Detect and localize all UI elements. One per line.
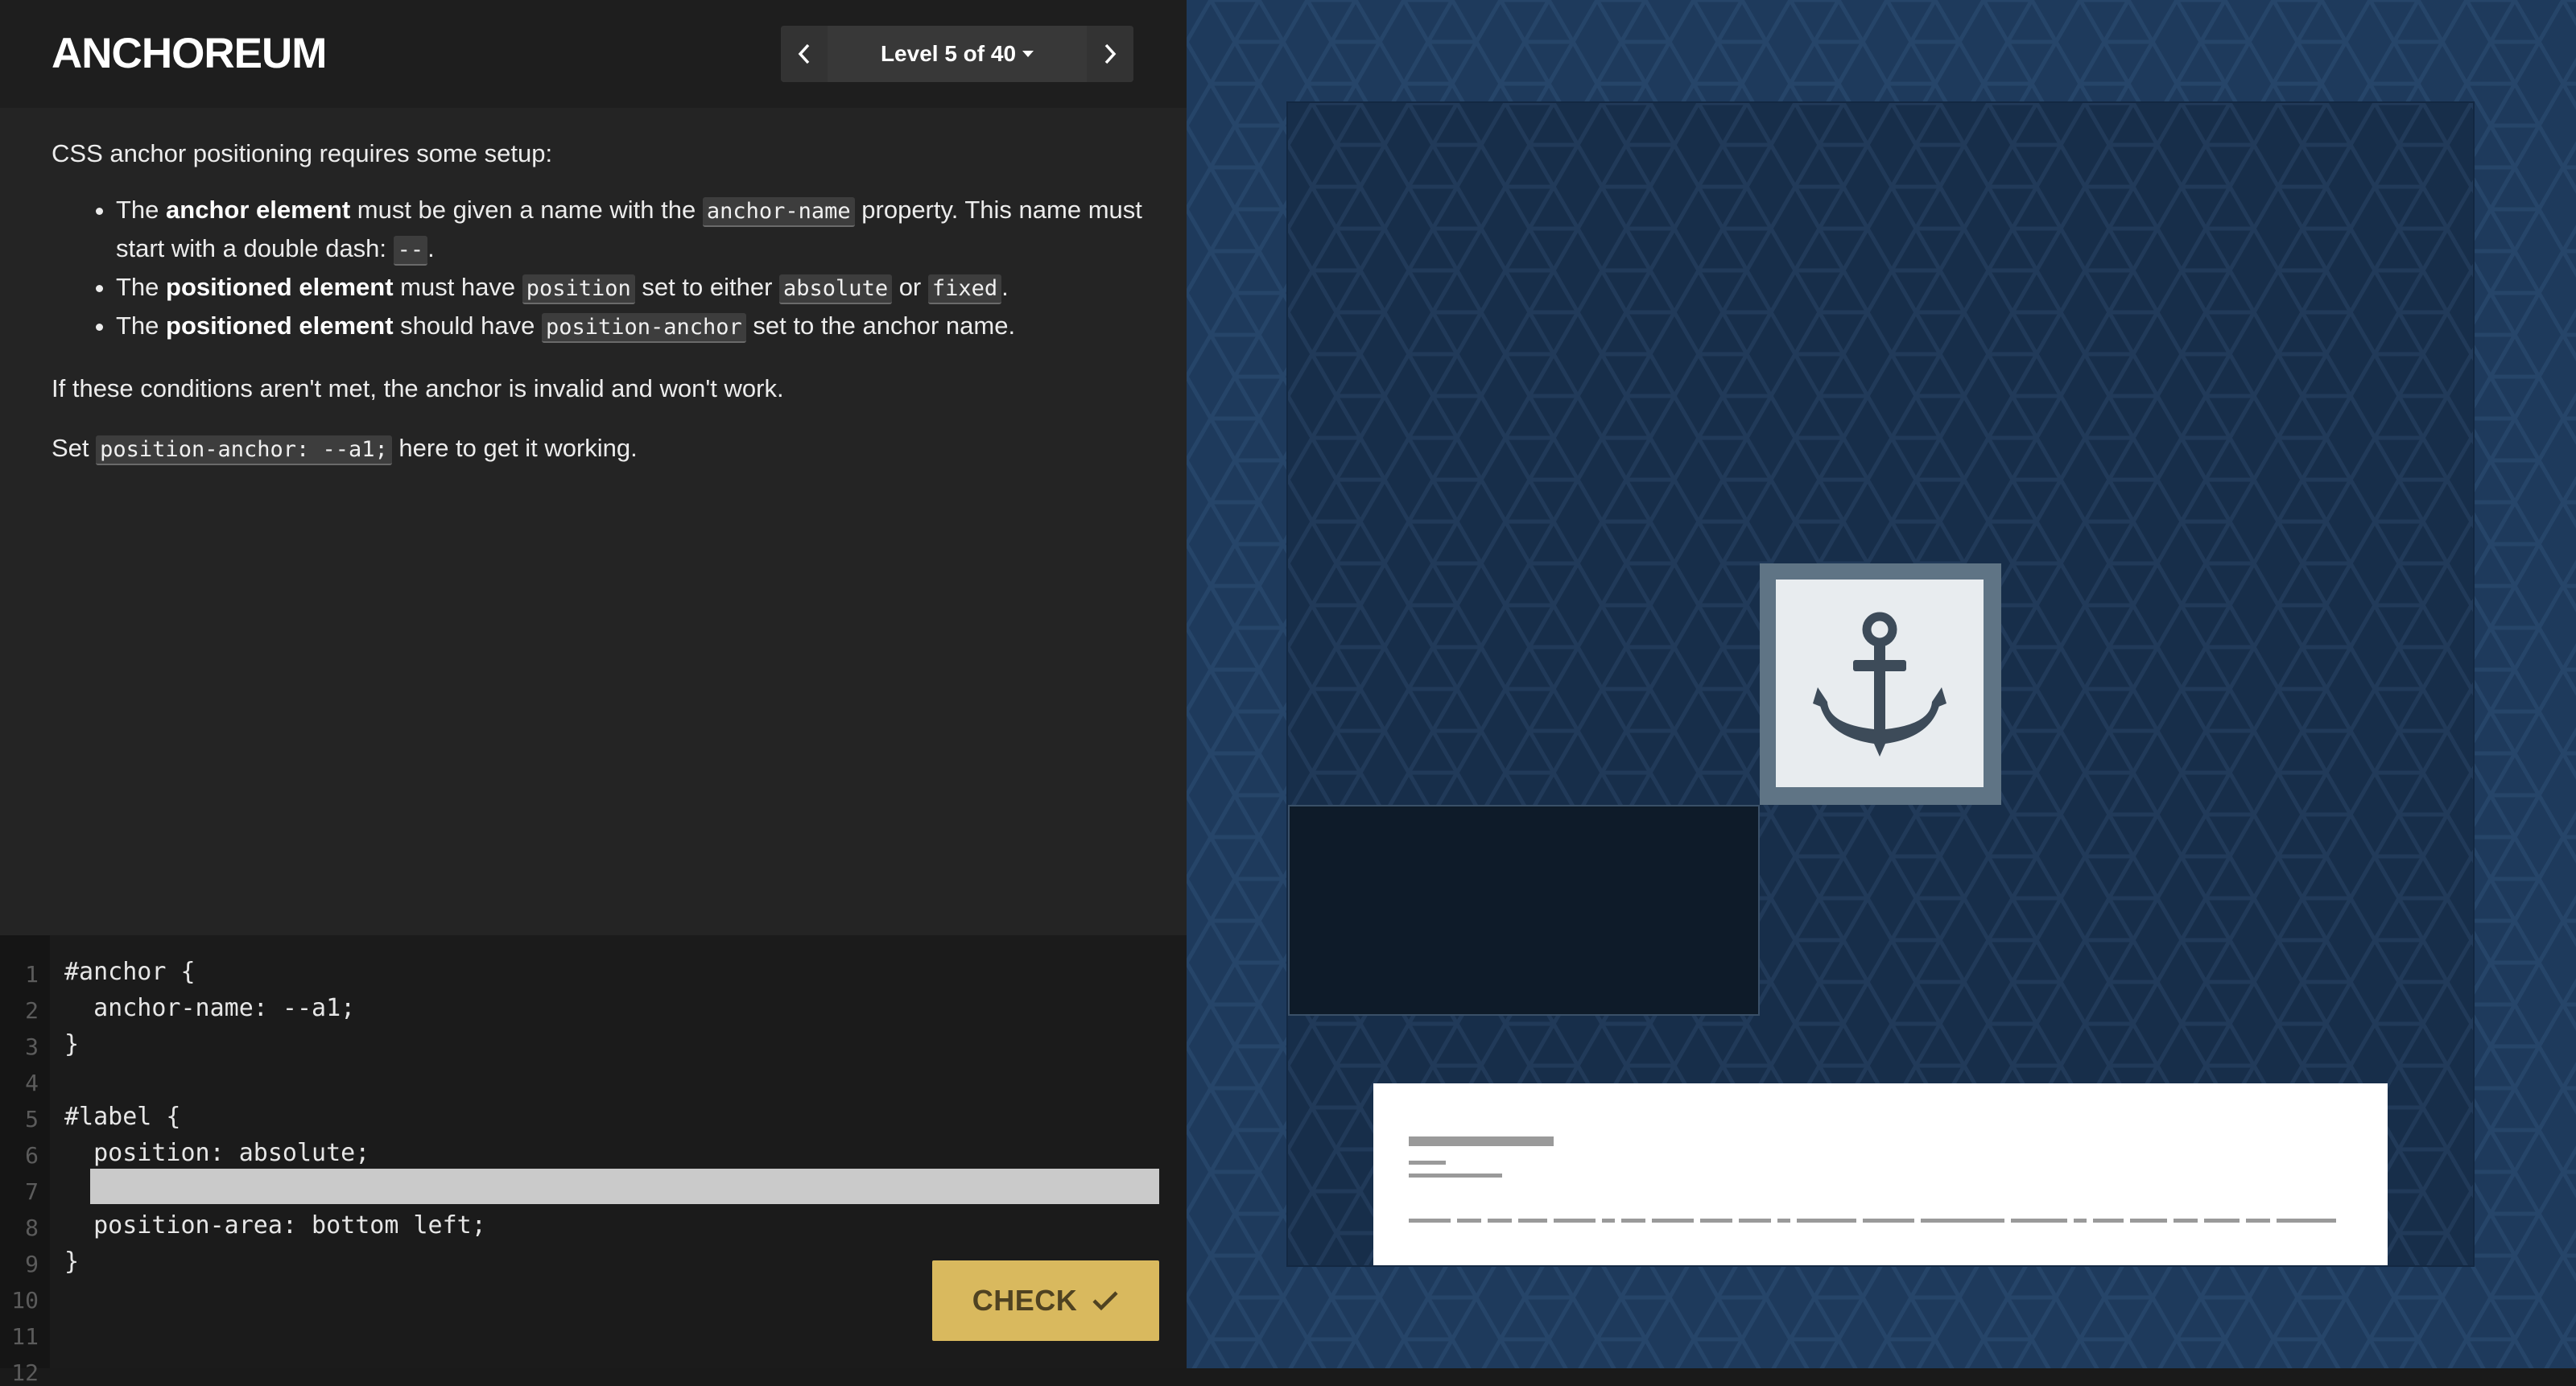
requirements-list: The anchor element must be given a name …: [52, 192, 1146, 346]
code-line: anchor-name: --a1;: [64, 994, 356, 1022]
list-item: The anchor element must be given a name …: [116, 192, 1146, 269]
code-line: }: [64, 1030, 80, 1058]
app-logo[interactable]: ANCHOREUM: [52, 29, 327, 78]
text: The: [116, 273, 167, 301]
code-line: #anchor {: [64, 958, 196, 986]
css-answer-input[interactable]: [90, 1169, 1159, 1204]
code-line: #label {: [64, 1103, 181, 1131]
text: Set: [52, 434, 97, 462]
line-number: 6: [25, 1142, 39, 1169]
conditions-text: If these conditions aren't met, the anch…: [52, 374, 784, 402]
bold-term: positioned element: [166, 273, 394, 301]
line-number: 12: [11, 1359, 39, 1386]
line-number: 11: [11, 1323, 39, 1350]
level-instructions: CSS anchor positioning requires some set…: [52, 135, 1146, 468]
text: set to either: [634, 273, 780, 301]
text: must be given a name with the: [350, 196, 703, 224]
level-navigation: Level 5 of 40: [781, 26, 1133, 82]
code-snippet: position-anchor: --a1;: [96, 435, 392, 465]
task-text: Set position-anchor: --a1; here to get i…: [52, 430, 1146, 468]
text: must have: [393, 273, 522, 301]
code-line: position: absolute;: [64, 1139, 370, 1167]
css-editor[interactable]: 1 2 3 4 5 6 7 8 9 10 11 12 #anchor { anc…: [0, 935, 1187, 1386]
line-number: 7: [25, 1178, 39, 1205]
next-level-button[interactable]: [1087, 26, 1133, 82]
code-snippet: position: [522, 274, 635, 304]
list-item: The positioned element must have positio…: [116, 269, 1146, 307]
code-line: }: [64, 1248, 80, 1276]
line-number: 1: [25, 961, 39, 988]
code-snippet: anchor-name: [702, 197, 855, 227]
bold-term: anchor element: [166, 196, 351, 224]
line-number: 9: [25, 1251, 39, 1277]
code-snippet: absolute: [779, 274, 893, 304]
chevron-right-icon: [1104, 43, 1117, 64]
anchor-tile: [1776, 580, 1984, 787]
text: .: [427, 234, 435, 262]
caret-down-icon: [1022, 51, 1034, 57]
line-number: 4: [25, 1070, 39, 1096]
top-bar: ANCHOREUM Level 5 of 40: [0, 0, 1187, 108]
line-number: 10: [11, 1287, 39, 1314]
code-snippet: --: [393, 236, 428, 266]
intro-text: CSS anchor positioning requires some set…: [52, 139, 553, 167]
previous-level-button[interactable]: [781, 26, 828, 82]
code-snippet: fixed: [927, 274, 1002, 304]
preview-panel: [1187, 0, 2576, 1368]
instructions-panel: ANCHOREUM Level 5 of 40 CSS anchor posit…: [0, 0, 1187, 1386]
checkmark-icon: [1092, 1291, 1118, 1311]
line-number: 8: [25, 1215, 39, 1241]
check-label: CHECK: [972, 1284, 1078, 1317]
text: here to get it working.: [391, 434, 638, 462]
target-position-zone: [1288, 805, 1760, 1016]
line-number: 5: [25, 1106, 39, 1132]
level-label: Level 5 of 40: [880, 41, 1017, 66]
level-select-dropdown[interactable]: Level 5 of 40: [828, 26, 1087, 82]
text: set to the anchor name.: [745, 311, 1016, 340]
line-number-gutter: 1 2 3 4 5 6 7 8 9 10 11 12: [0, 935, 50, 1386]
text: The: [116, 311, 167, 340]
text: should have: [393, 311, 542, 340]
list-item: The positioned element should have posit…: [116, 307, 1146, 346]
preview-board: [1288, 103, 2473, 1265]
chevron-left-icon: [798, 43, 810, 64]
code-snippet: position-anchor: [541, 313, 746, 343]
anchor-icon: [1813, 612, 1946, 757]
text: .: [1001, 273, 1009, 301]
text: The: [116, 196, 167, 224]
placeholder-text-lines: [1409, 1136, 2336, 1223]
bold-term: positioned element: [166, 311, 394, 340]
positioned-label: [1373, 1083, 2388, 1265]
code-line: position-area: bottom left;: [64, 1211, 486, 1240]
check-button[interactable]: CHECK: [932, 1260, 1159, 1341]
line-number: 3: [25, 1033, 39, 1060]
line-number: 2: [25, 997, 39, 1024]
anchor-element: [1760, 563, 2001, 805]
text: or: [892, 273, 928, 301]
